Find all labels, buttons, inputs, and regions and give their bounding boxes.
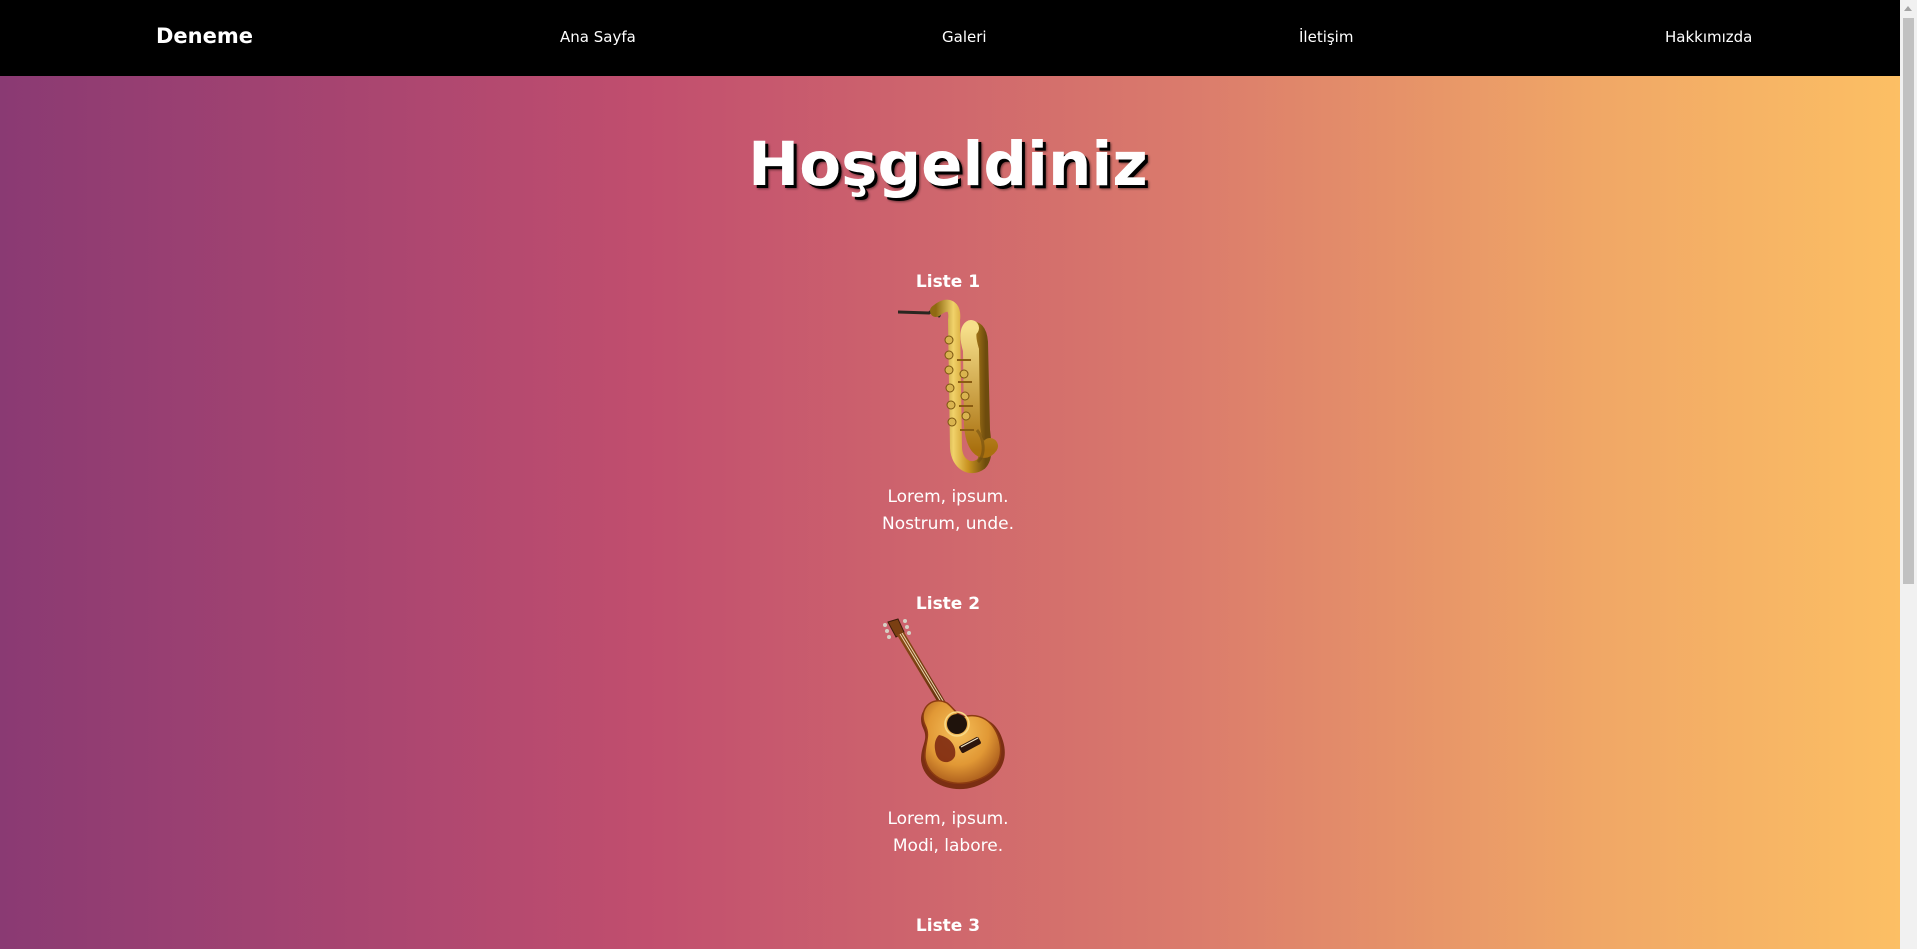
- brand-logo[interactable]: Deneme: [156, 22, 253, 50]
- saxophone-image: [896, 298, 998, 476]
- vertical-scrollbar[interactable]: [1900, 0, 1917, 949]
- chevron-up-icon: [1904, 6, 1912, 11]
- page: Deneme Ana Sayfa Galeri İletişim Hakkımı…: [0, 0, 1917, 949]
- saxophone-icon: [896, 299, 998, 474]
- list-section-text: Lorem, ipsum. Nostrum, unde.: [0, 484, 1896, 538]
- list-section-line: Modi, labore.: [892, 836, 1004, 856]
- main-viewport: Deneme Ana Sayfa Galeri İletişim Hakkımı…: [0, 0, 1900, 949]
- list-section-text: Lorem, ipsum. Modi, labore.: [0, 806, 1896, 860]
- nav-link-about[interactable]: Hakkımızda: [1665, 27, 1752, 47]
- list-section-line: Lorem, ipsum.: [887, 809, 1009, 829]
- list-section-line: Nostrum, unde.: [882, 514, 1014, 534]
- nav-link-contact[interactable]: İletişim: [1299, 27, 1353, 47]
- list-section-line: Lorem, ipsum.: [887, 487, 1009, 507]
- guitar-image: [875, 617, 1021, 795]
- list-section-title: Liste 2: [915, 594, 981, 614]
- list-section-title: Liste 3: [915, 916, 981, 936]
- list-section-title: Liste 1: [915, 272, 981, 292]
- scroll-up-button[interactable]: [1900, 0, 1917, 17]
- nav-link-home[interactable]: Ana Sayfa: [560, 27, 636, 47]
- guitar-icon: [883, 618, 1005, 790]
- nav-link-gallery[interactable]: Galeri: [942, 27, 987, 47]
- top-navbar: Deneme Ana Sayfa Galeri İletişim Hakkımı…: [0, 0, 1900, 76]
- scrollbar-thumb[interactable]: [1903, 18, 1914, 584]
- page-title: Hoşgeldiniz: [748, 129, 1148, 200]
